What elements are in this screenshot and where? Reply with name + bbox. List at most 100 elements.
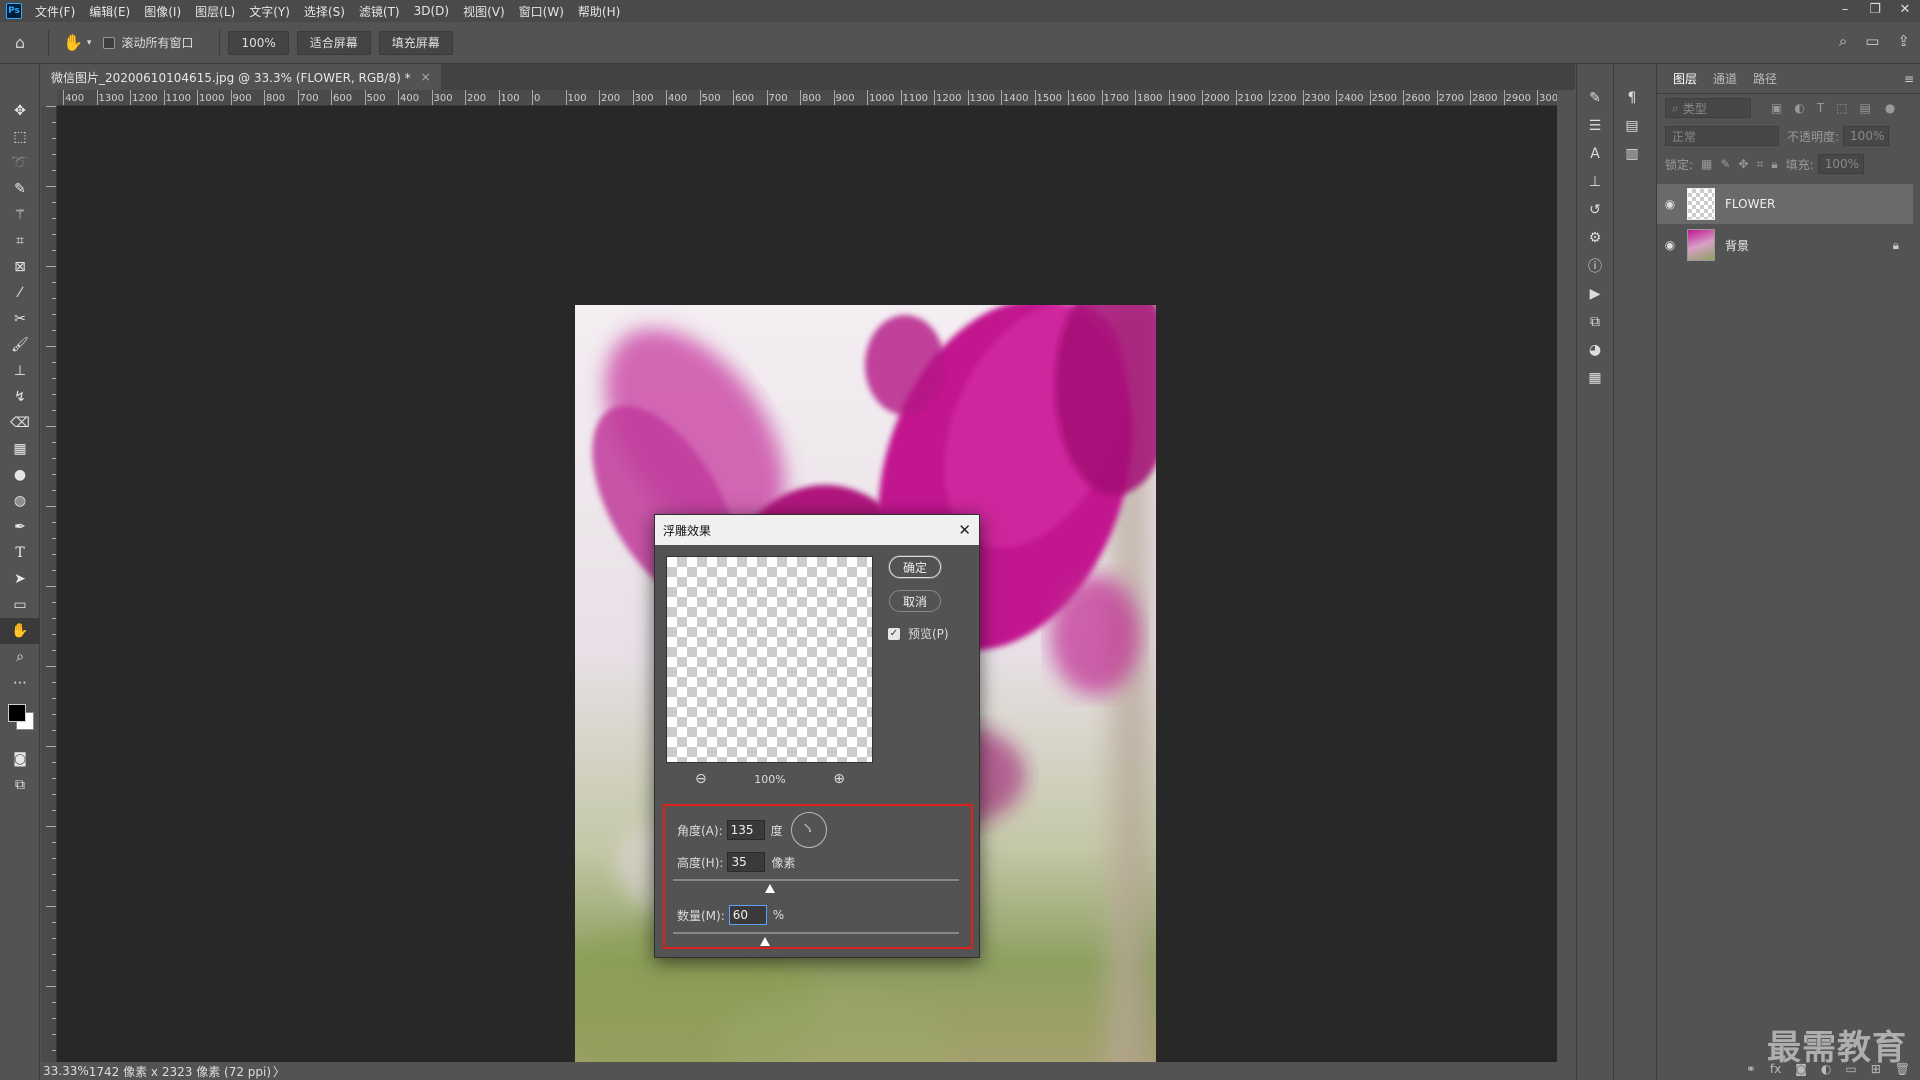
zoom-out-icon[interactable]: ⊖	[695, 771, 707, 787]
menu-filter[interactable]: 滤镜(T)	[352, 3, 407, 20]
panel-menu-icon[interactable]: ≡	[1904, 72, 1914, 86]
amount-input[interactable]	[728, 905, 767, 925]
tab-layers[interactable]: 图层	[1665, 70, 1705, 87]
ok-button[interactable]: 确定	[889, 556, 941, 578]
close-window-button[interactable]: ✕	[1890, 0, 1920, 22]
menu-view[interactable]: 视图(V)	[456, 3, 512, 20]
clone-source-icon[interactable]: ⊥	[1577, 168, 1613, 196]
menu-3d[interactable]: 3D(D)	[407, 4, 456, 18]
gradient-tool-icon[interactable]: ▦	[0, 436, 40, 462]
menu-layer[interactable]: 图层(L)	[188, 3, 242, 20]
magic-wand-tool-icon[interactable]: ⚚	[0, 202, 40, 228]
workspace-icon[interactable]: ▭	[1865, 32, 1879, 50]
fit-screen-button[interactable]: 适合屏幕	[296, 30, 371, 55]
stamp-tool-icon[interactable]: ⊥	[0, 358, 40, 384]
menu-select[interactable]: 选择(S)	[297, 3, 352, 20]
eraser-tool-icon[interactable]: ⌫	[0, 410, 40, 436]
properties-icon[interactable]: ⚙	[1577, 224, 1613, 252]
eyedropper-tool-icon[interactable]: ⁄	[0, 280, 40, 306]
amount-slider-thumb[interactable]	[759, 937, 770, 946]
lock-artboard-icon[interactable]: ⌗	[1757, 157, 1764, 172]
lasso-tool-icon[interactable]: ➰	[0, 150, 40, 176]
filter-toggle-icon[interactable]: ●	[1885, 101, 1895, 115]
frame-tool-icon[interactable]: ⊠	[0, 254, 40, 280]
close-icon[interactable]: ✕	[958, 521, 971, 539]
lock-position-icon[interactable]: ✥	[1738, 157, 1748, 171]
preview-checkbox[interactable]: ✓	[888, 627, 900, 640]
brush-tool-icon[interactable]: 🖌	[0, 332, 40, 358]
libraries-icon[interactable]: ▤	[1614, 112, 1650, 140]
blend-mode-select[interactable]: 正常	[1665, 126, 1779, 146]
lock-pixels-icon[interactable]: ▦	[1701, 157, 1712, 171]
hand-tool-preset-icon[interactable]: ✋	[63, 33, 83, 52]
adjustments-icon[interactable]: ☰	[1577, 112, 1613, 140]
zoom-100-button[interactable]: 100%	[228, 30, 289, 55]
close-tab-icon[interactable]: ×	[421, 70, 431, 84]
angle-dial[interactable]	[790, 812, 827, 848]
screen-mode-icon[interactable]: ⧉	[0, 772, 40, 798]
tab-paths[interactable]: 路径	[1745, 70, 1785, 87]
dodge-tool-icon[interactable]: ◍	[0, 488, 40, 514]
filter-preview[interactable]	[666, 556, 873, 763]
actions-icon[interactable]: ▶	[1577, 280, 1613, 308]
layer-row-flower[interactable]: ◉ FLOWER	[1657, 184, 1913, 224]
home-icon[interactable]: ⌂	[0, 33, 40, 52]
tab-channels[interactable]: 通道	[1705, 70, 1745, 87]
quick-select-tool-icon[interactable]: ✎	[0, 176, 40, 202]
height-slider-thumb[interactable]	[765, 884, 776, 893]
menu-file[interactable]: 文件(F)	[28, 3, 82, 20]
hand-tool-icon[interactable]: ✋	[0, 618, 40, 644]
lock-all-icon[interactable]: 🔒︎	[1771, 157, 1777, 172]
cancel-button[interactable]: 取消	[889, 590, 941, 612]
filter-pixel-icon[interactable]: ▣	[1771, 101, 1782, 115]
document-tab[interactable]: 微信图片_20200610104615.jpg @ 33.3% (FLOWER,…	[41, 64, 441, 90]
history-brush-tool-icon[interactable]: ↯	[0, 384, 40, 410]
menu-image[interactable]: 图像(I)	[137, 3, 188, 20]
rectangle-tool-icon[interactable]: ▭	[0, 592, 40, 618]
paragraph-icon[interactable]: ¶	[1614, 84, 1650, 112]
height-input[interactable]	[727, 852, 766, 872]
foreground-color-swatch[interactable]	[8, 704, 26, 722]
move-tool-icon[interactable]: ✥	[0, 98, 40, 124]
search-icon[interactable]: ⌕	[1839, 32, 1847, 50]
scroll-all-windows-checkbox[interactable]	[103, 36, 116, 49]
color-swatches[interactable]	[0, 696, 39, 746]
menu-type[interactable]: 文字(Y)	[242, 3, 297, 20]
brush-settings-icon[interactable]: ✎	[1577, 84, 1613, 112]
preview-checkbox-row[interactable]: ✓ 预览(P)	[888, 625, 949, 642]
quick-mask-icon[interactable]: ◙	[0, 746, 40, 772]
chevron-down-icon[interactable]: ▾	[87, 38, 92, 48]
type-tool-icon[interactable]: T	[0, 540, 40, 566]
filter-shape-icon[interactable]: ⬚	[1836, 101, 1847, 115]
visibility-eye-icon[interactable]: ◉	[1657, 197, 1683, 211]
history-icon[interactable]: ↺	[1577, 196, 1613, 224]
fill-screen-button[interactable]: 填充屏幕	[378, 30, 453, 55]
share-icon[interactable]: ⇪	[1897, 32, 1910, 50]
filter-smart-icon[interactable]: ▤	[1860, 101, 1871, 115]
swatches-icon[interactable]: ⧉	[1577, 308, 1613, 336]
fill-input[interactable]: 100%	[1817, 154, 1864, 174]
menu-edit[interactable]: 编辑(E)	[82, 3, 137, 20]
marquee-tool-icon[interactable]: ⬚	[0, 124, 40, 150]
color-icon[interactable]: ◕	[1577, 336, 1613, 364]
character-icon[interactable]: A	[1577, 140, 1613, 168]
minimize-button[interactable]: –	[1830, 0, 1860, 22]
layer-row-background[interactable]: ◉ 背景 🔒︎	[1657, 225, 1913, 265]
zoom-readout[interactable]: 33.33%	[43, 1064, 89, 1078]
opacity-input[interactable]: 100%	[1843, 126, 1890, 146]
pen-tool-icon[interactable]: ✒	[0, 514, 40, 540]
restore-button[interactable]: ❐	[1860, 0, 1890, 22]
height-slider[interactable]	[673, 879, 959, 881]
crop-tool-icon[interactable]: ⌗	[0, 228, 40, 254]
layer-filter-select[interactable]: ⌕ 类型	[1665, 98, 1751, 118]
status-arrow-icon[interactable]: 〉	[273, 1063, 285, 1080]
more-tools-icon[interactable]: ⋯	[0, 670, 40, 696]
menu-window[interactable]: 窗口(W)	[512, 3, 571, 20]
info-icon[interactable]: ⓘ	[1577, 252, 1613, 280]
healing-tool-icon[interactable]: ✂	[0, 306, 40, 332]
notes-icon[interactable]: ▥	[1614, 140, 1650, 168]
link-layers-icon[interactable]: ⚭	[1746, 1062, 1756, 1076]
filter-type-icon[interactable]: T	[1817, 101, 1824, 115]
zoom-in-icon[interactable]: ⊕	[833, 771, 845, 787]
dialog-title-bar[interactable]: 浮雕效果 ✕	[655, 515, 979, 545]
